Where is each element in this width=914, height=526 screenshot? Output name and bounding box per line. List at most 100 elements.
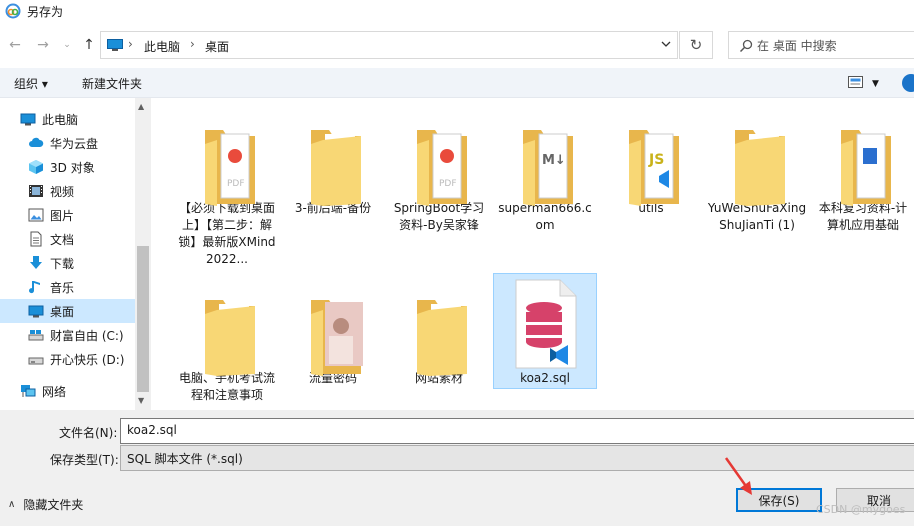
sidebar-item-label: 此电脑 (42, 112, 79, 127)
svg-text:PDF: PDF (227, 179, 245, 189)
breadcrumb-desktop[interactable]: 桌面 (205, 38, 229, 55)
sidebar-item-label: 音乐 (50, 280, 75, 295)
forward-button[interactable]: → (34, 36, 52, 54)
help-icon[interactable] (902, 74, 914, 92)
sidebar-item-desktop[interactable]: 桌面 (0, 299, 135, 323)
command-bar: 组织 ▾ 新建文件夹 ▼ (0, 68, 914, 98)
folder-pdf-icon: PDF (205, 130, 255, 206)
file-list: PDF 【必须下载到桌面上】【第二步：解锁】最新版XMind2022... 3-… (151, 98, 914, 410)
sidebar-item-label: 华为云盘 (50, 136, 99, 151)
address-row: ← → ⌄ ↑ › 此电脑 › 桌面 ↻ (0, 30, 914, 60)
file-item-selected[interactable]: koa2.sql (493, 273, 597, 389)
folder-photo-icon (311, 300, 363, 376)
window-title: 另存为 (27, 4, 64, 19)
search-input[interactable] (757, 37, 907, 55)
folder-doc-icon (841, 130, 891, 206)
file-item[interactable]: 电脑、手机考试流程和注意事项 (175, 280, 279, 404)
breadcrumb-separator: › (190, 37, 195, 51)
music-icon (29, 281, 40, 294)
network-icon (21, 385, 36, 397)
save-as-dialog: 另存为 ← → ⌄ ↑ › 此电脑 › 桌面 ↻ 在 桌面 中搜索 组织 ▾ 新… (0, 0, 914, 526)
sql-file-icon (515, 279, 577, 369)
sidebar-item-network[interactable]: 网络 (0, 379, 135, 403)
view-options-button[interactable]: ▼ (848, 76, 879, 92)
sidebar-item-label: 桌面 (50, 304, 75, 319)
filetype-select[interactable]: SQL 脚本文件 (*.sql) (120, 445, 914, 471)
file-item[interactable]: M↓ superman666.com (493, 110, 597, 234)
breadcrumb-separator: › (128, 37, 133, 51)
filename-input[interactable]: koa2.sql (120, 418, 914, 444)
annotation-arrow-icon (724, 457, 752, 495)
svg-text:M↓: M↓ (542, 153, 566, 168)
sidebar-item-downloads[interactable]: 下载 (0, 251, 135, 275)
app-icon (5, 3, 21, 19)
file-item[interactable]: JS utils (599, 110, 703, 217)
download-icon (30, 256, 42, 269)
filetype-label: 保存类型(T): (50, 453, 119, 467)
back-button[interactable]: ← (6, 36, 24, 54)
save-form: 文件名(N): koa2.sql 保存类型(T): SQL 脚本文件 (*.sq… (0, 410, 914, 526)
cloud-icon (29, 137, 44, 147)
drive-c-icon (28, 330, 44, 341)
sidebar-item-label: 开心快乐 (D:) (50, 352, 125, 367)
file-item[interactable]: 流量密码 (281, 280, 385, 387)
folder-icon (205, 300, 255, 376)
svg-text:JS: JS (648, 152, 664, 168)
sidebar-item-documents[interactable]: 文档 (0, 227, 135, 251)
sidebar-scrollbar[interactable]: ▲ ▼ (135, 98, 151, 410)
view-icon (848, 76, 863, 88)
file-item[interactable]: 3-前后端-备份 (281, 110, 385, 217)
file-item[interactable]: 网站素材 (387, 280, 491, 387)
recent-locations-button[interactable]: ⌄ (58, 36, 76, 54)
address-bar[interactable]: › 此电脑 › 桌面 (100, 31, 678, 59)
refresh-button[interactable]: ↻ (679, 31, 713, 59)
folder-markdown-icon: M↓ (523, 130, 573, 206)
sidebar-item-drive-c[interactable]: 财富自由 (C:) (0, 323, 135, 347)
navigation-pane: 此电脑 华为云盘 3D 对象 视频 图片 文档 下载 音乐 桌面 财富自由 (C… (0, 98, 151, 410)
refresh-icon: ↻ (689, 36, 703, 54)
file-item[interactable]: PDF SpringBoot学习资料-By吴家锋 (387, 110, 491, 234)
file-item[interactable]: PDF 【必须下载到桌面上】【第二步：解锁】最新版XMind2022... (175, 110, 279, 268)
folder-icon (417, 300, 467, 376)
title-bar: 另存为 (0, 0, 914, 22)
sidebar-item-label: 下载 (50, 256, 75, 271)
sidebar-item-huawei-cloud[interactable]: 华为云盘 (0, 131, 135, 155)
arrow-up-icon: ↑ (83, 37, 95, 53)
sidebar-item-label: 财富自由 (C:) (50, 328, 124, 343)
sidebar-item-label: 网络 (42, 384, 67, 399)
pc-icon (107, 39, 123, 51)
file-item[interactable]: YuWeiShuFaXingShuJianTi (1) (705, 110, 809, 234)
breadcrumb-this-pc[interactable]: 此电脑 (144, 38, 180, 55)
folder-javascript-icon: JS (629, 130, 679, 206)
pc-icon (20, 113, 36, 126)
sidebar-item-label: 文档 (50, 232, 75, 247)
chevron-down-icon: ⌄ (63, 40, 71, 50)
picture-icon (28, 208, 44, 222)
scrollbar-thumb[interactable] (137, 246, 149, 392)
sidebar-item-drive-d[interactable]: 开心快乐 (D:) (0, 347, 135, 371)
caret-down-icon: ▼ (872, 79, 879, 89)
sidebar-item-videos[interactable]: 视频 (0, 179, 135, 203)
video-icon (29, 185, 43, 197)
file-name: 【必须下载到桌面上】【第二步：解锁】最新版XMind2022... (178, 201, 276, 266)
sidebar-item-music[interactable]: 音乐 (0, 275, 135, 299)
arrow-right-icon: → (37, 37, 49, 53)
file-item[interactable]: 本科复习资料-计算机应用基础 (811, 110, 914, 234)
folder-icon (735, 130, 785, 206)
sidebar-item-this-pc[interactable]: 此电脑 (0, 107, 135, 131)
scroll-down-icon[interactable]: ▼ (138, 396, 144, 405)
sidebar-item-label: 视频 (50, 184, 75, 199)
document-icon (30, 231, 42, 247)
file-name: koa2.sql (520, 371, 570, 385)
sidebar-item-3d-objects[interactable]: 3D 对象 (0, 155, 135, 179)
organize-menu[interactable]: 组织 ▾ (14, 75, 48, 92)
search-box[interactable] (728, 31, 914, 59)
up-button[interactable]: ↑ (80, 36, 98, 54)
new-folder-button[interactable]: 新建文件夹 (82, 75, 142, 92)
hide-folders-toggle[interactable]: ∧ 隐藏文件夹 (8, 496, 83, 513)
arrow-left-icon: ← (9, 37, 21, 53)
svg-text:PDF: PDF (439, 179, 457, 189)
sidebar-item-pictures[interactable]: 图片 (0, 203, 135, 227)
address-dropdown-icon[interactable] (661, 39, 671, 49)
scroll-up-icon[interactable]: ▲ (138, 102, 144, 111)
